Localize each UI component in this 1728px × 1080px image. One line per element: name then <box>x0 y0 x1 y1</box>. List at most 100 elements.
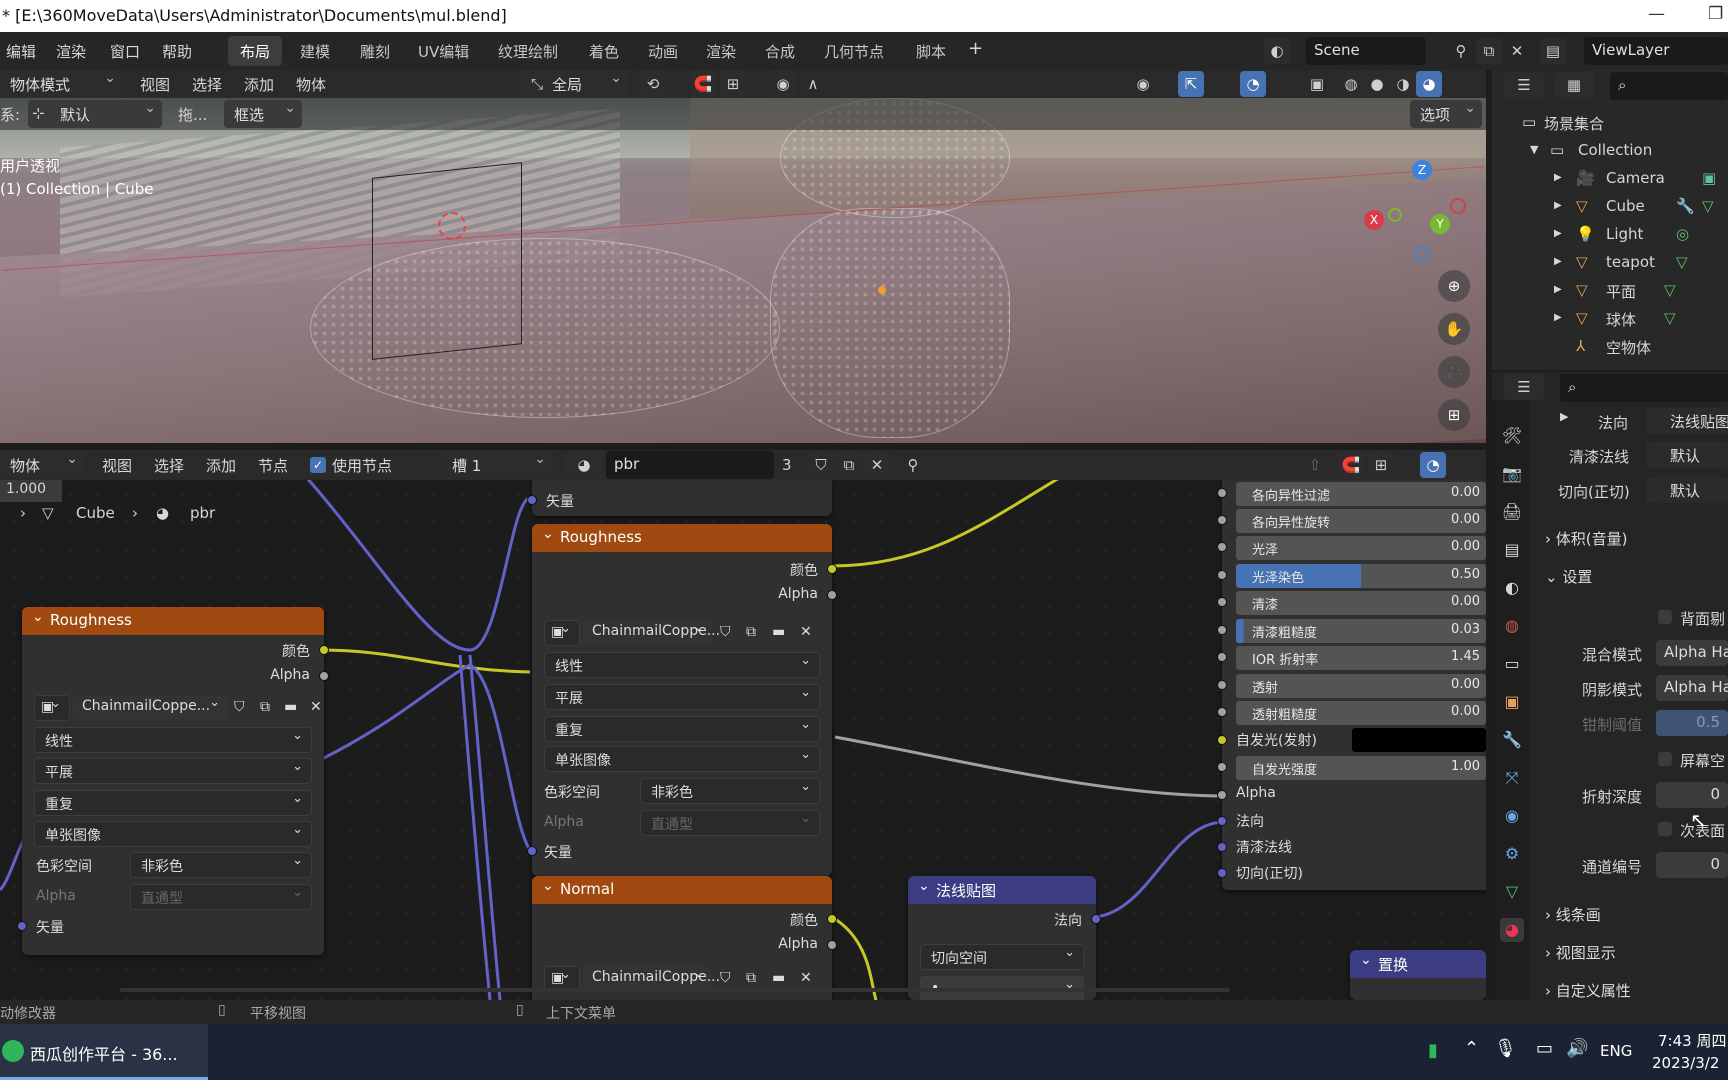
emission-color-swatch[interactable] <box>1352 728 1486 752</box>
mesh-data-icon[interactable]: ▽ <box>1676 253 1688 271</box>
modifier-wrench-icon[interactable]: 🔧 <box>1676 197 1695 215</box>
xray-icon[interactable]: ▣ <box>1304 71 1330 97</box>
menu-render[interactable]: 渲染 <box>56 41 86 62</box>
input-language[interactable]: ENG <box>1600 1042 1632 1060</box>
tab-compositing[interactable]: 合成 <box>753 36 807 66</box>
node-snap-mode-icon[interactable]: ⊞ <box>1368 452 1394 478</box>
tool-tab-icon[interactable]: 🛠 <box>1500 424 1524 448</box>
expand-icon[interactable]: ▶ <box>1554 172 1562 183</box>
input-vector-socket[interactable] <box>527 846 537 856</box>
pin-icon[interactable]: ⚲ <box>1448 38 1474 64</box>
use-nodes-checkbox[interactable]: ✓ <box>310 457 326 473</box>
gizmo-neg-y[interactable] <box>1388 208 1402 222</box>
viewport-menu-view[interactable]: 视图 <box>140 74 170 95</box>
open-image-icon[interactable]: ▬ <box>772 624 785 640</box>
image-browse-icon[interactable]: ▣ <box>34 695 70 721</box>
world-tab-icon[interactable]: ◍ <box>1500 614 1524 638</box>
source-select[interactable]: 单张图像 <box>544 746 820 772</box>
tab-layout[interactable]: 布局 <box>228 36 283 66</box>
bsdf-input-row[interactable]: 清漆 0.00 <box>1236 591 1486 615</box>
outliner-item-camera[interactable]: ▶ 🎥 Camera ▣ <box>1492 164 1728 192</box>
fake-user-icon[interactable]: ⛉ <box>234 699 245 715</box>
modifier-tab-icon[interactable]: 🔧 <box>1500 728 1524 752</box>
expand-icon[interactable]: ▶ <box>1560 410 1568 423</box>
interpolation-select[interactable]: 线性 <box>34 727 312 753</box>
gizmo-toggle-icon[interactable]: ⇱ <box>1178 71 1204 97</box>
menu-window[interactable]: 窗口 <box>110 41 140 62</box>
bsdf-input-row[interactable]: IOR 折射率 1.45 <box>1236 646 1486 670</box>
taskbar-app-button[interactable]: 西瓜创作平台 - 36... <box>0 1024 208 1080</box>
bsdf-input-row[interactable]: 各向异性旋转 0.00 <box>1236 509 1486 533</box>
physics-tab-icon[interactable]: ◉ <box>1500 804 1524 828</box>
node-menu-add[interactable]: 添加 <box>206 455 236 476</box>
mode-select[interactable]: 物体模式 <box>0 70 122 98</box>
snap-target-icon[interactable]: ⊞ <box>720 71 746 97</box>
mesh-data-icon[interactable]: ▽ <box>1664 281 1676 299</box>
node-menu-node[interactable]: 节点 <box>258 455 288 476</box>
unlink-image-icon[interactable]: ✕ <box>800 970 812 986</box>
tab-animation[interactable]: 动画 <box>636 36 690 66</box>
restore-icon[interactable]: ❐ <box>1708 4 1723 24</box>
alpha-mode-select[interactable]: 直通型 <box>130 884 312 910</box>
normal-map-node[interactable]: 法线贴图 法向 切向空间 • <box>908 876 1101 1000</box>
clock-time[interactable]: 7:43 周四 <box>1658 1030 1726 1051</box>
outliner-item-cube[interactable]: ▶ ▽ Cube 🔧 ▽ <box>1492 192 1728 220</box>
shader-type-select[interactable]: 物体 <box>0 451 84 479</box>
input-vector-socket[interactable] <box>527 495 537 505</box>
tangent-socket[interactable] <box>1217 868 1227 878</box>
parent-node-tree-icon[interactable]: ⇧ <box>1302 452 1328 478</box>
select-mode-select[interactable]: 框选 <box>224 100 302 128</box>
input-socket[interactable] <box>1217 625 1227 635</box>
cube-wireframe[interactable] <box>372 162 522 360</box>
duplicate-image-icon[interactable]: ⧉ <box>260 699 270 715</box>
object-tab-icon[interactable]: ▣ <box>1500 690 1524 714</box>
gizmo-z[interactable]: Z <box>1412 160 1432 180</box>
outliner-item-plane[interactable]: ▶ ▽ 平面 ▽ <box>1492 276 1728 304</box>
tangent-field[interactable]: 默认 <box>1646 477 1728 503</box>
space-select[interactable]: 切向空间 <box>920 944 1084 970</box>
breadcrumb-material[interactable]: pbr <box>190 504 215 522</box>
outliner-display-mode-icon[interactable]: ☰ <box>1504 72 1544 98</box>
orientation-select[interactable]: 默认 <box>28 100 162 128</box>
pivot-icon[interactable]: ⟲ <box>640 71 666 97</box>
shading-rendered-icon[interactable]: ◕ <box>1416 71 1442 97</box>
output-color-socket[interactable] <box>319 645 329 655</box>
tab-texture-paint[interactable]: 纹理绘制 <box>486 36 570 66</box>
pin-icon[interactable]: ⚲ <box>900 452 926 478</box>
alpha-socket[interactable] <box>1217 790 1227 800</box>
gizmo-neg-z[interactable] <box>1414 246 1430 262</box>
tab-shading[interactable]: 着色 <box>577 36 631 66</box>
input-socket[interactable] <box>1217 597 1227 607</box>
bsdf-input-row[interactable]: 光泽染色 0.50 <box>1236 564 1486 588</box>
input-socket[interactable] <box>1217 680 1227 690</box>
overlay-toggle-icon[interactable]: ◔ <box>1240 71 1266 97</box>
light-data-icon[interactable]: ◎ <box>1676 225 1689 243</box>
alpha-mode-select[interactable]: 直通型 <box>640 810 820 836</box>
clock-date[interactable]: 2023/3/2 <box>1652 1054 1719 1072</box>
coat-normal-socket[interactable] <box>1217 842 1227 852</box>
image-browse-icon[interactable]: ▣ <box>544 620 580 646</box>
material-browse-icon[interactable]: ◕ <box>564 452 604 478</box>
node-overlay-icon[interactable]: ◔ <box>1420 452 1446 478</box>
emission-strength-row[interactable]: 自发光强度 1.00 <box>1236 756 1486 780</box>
outliner-item-teapot[interactable]: ▶ ▽ teapot ▽ <box>1492 248 1728 276</box>
expand-icon[interactable]: ▶ <box>1554 256 1562 267</box>
extension-select[interactable]: 重复 <box>34 790 312 816</box>
clip-threshold-field[interactable]: 0.5 <box>1656 710 1728 736</box>
properties-editor-type-icon[interactable]: ☰ <box>1504 374 1544 400</box>
output-alpha-socket[interactable] <box>827 940 837 950</box>
colorspace-select[interactable]: 非彩色 <box>130 852 312 878</box>
screen-refraction-checkbox[interactable] <box>1658 752 1672 766</box>
add-workspace-icon[interactable]: + <box>968 38 983 59</box>
volume-panel[interactable]: › 体积(音量) <box>1545 528 1728 549</box>
outliner-item-light[interactable]: ▶ 💡 Light ◎ <box>1492 220 1728 248</box>
output-color-socket[interactable] <box>827 564 837 574</box>
blend-mode-select[interactable]: Alpha Ha <box>1656 640 1728 666</box>
network-icon[interactable]: ▭ <box>1536 1038 1553 1059</box>
gizmo-y[interactable]: Y <box>1430 214 1450 234</box>
outliner-search-icon[interactable]: ⌕ <box>1610 72 1728 100</box>
data-tab-icon[interactable]: ▽ <box>1500 880 1524 904</box>
view-layer-icon[interactable]: ▤ <box>1540 38 1566 64</box>
custom-props-panel[interactable]: › 自定义属性 <box>1545 980 1728 1001</box>
expand-icon[interactable]: ▶ <box>1554 200 1562 211</box>
